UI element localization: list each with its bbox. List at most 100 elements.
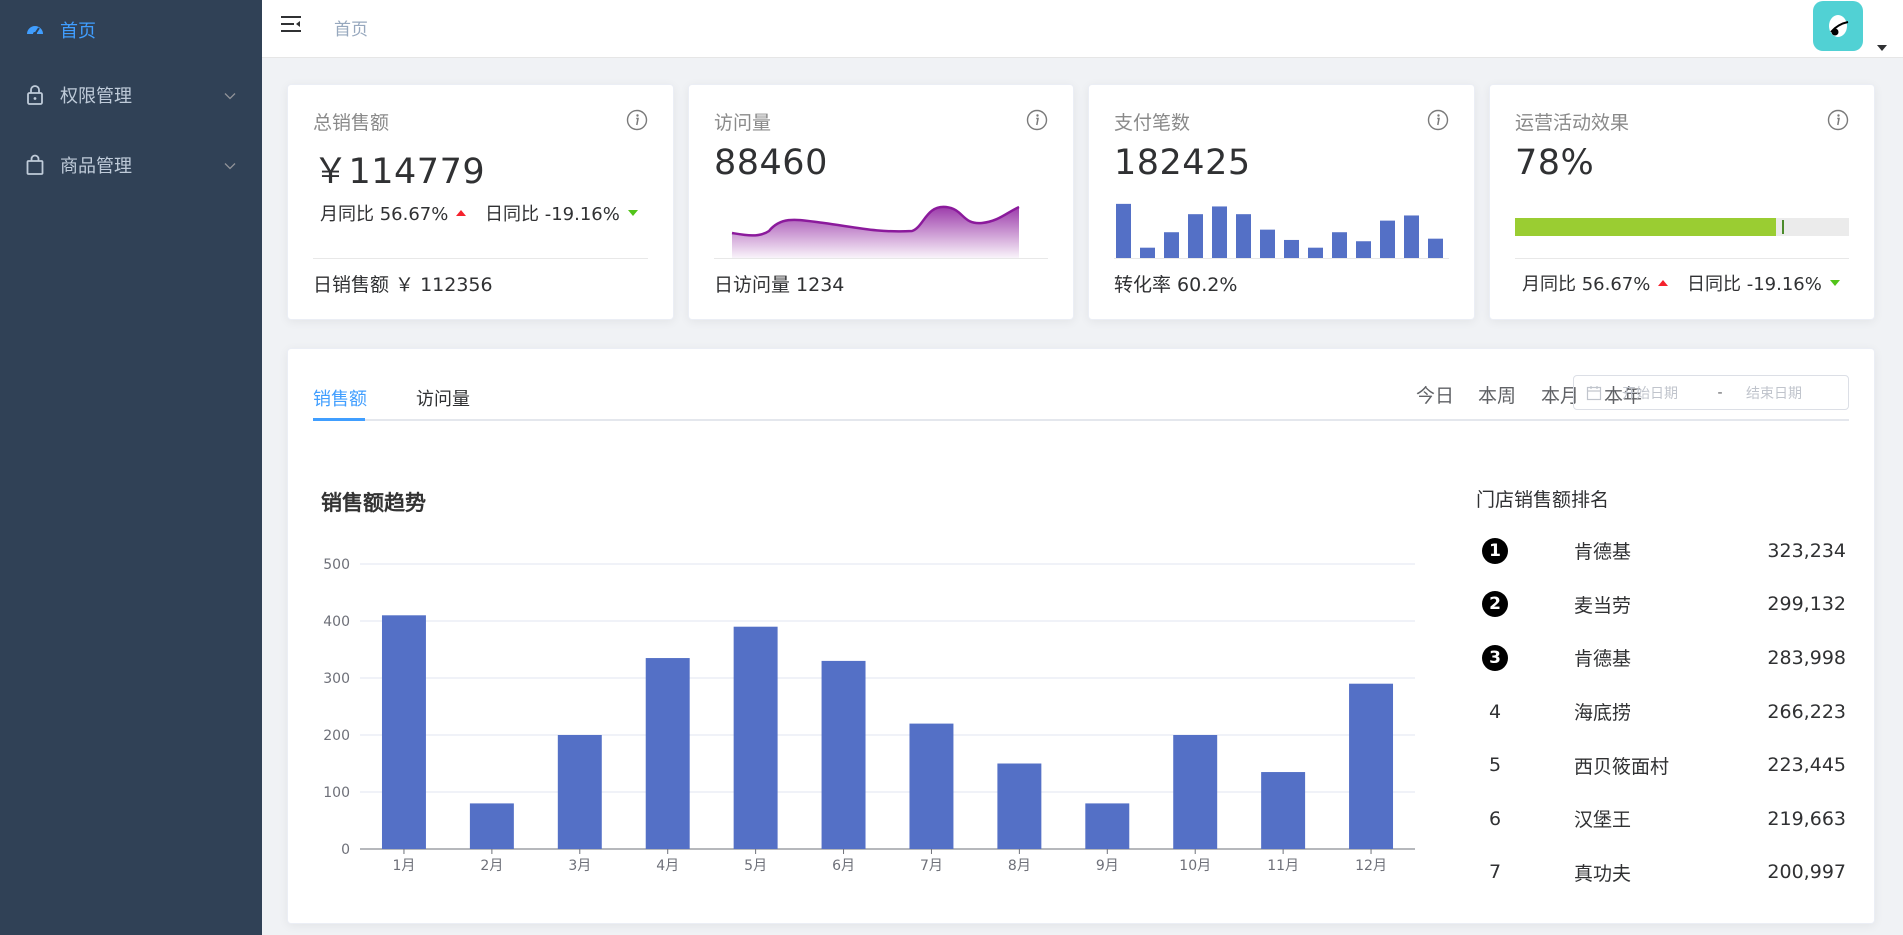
x-tick-label: 7月 [920, 858, 943, 874]
divider [1515, 258, 1849, 259]
chart-bar[interactable] [645, 658, 690, 849]
breadcrumb: 首页 [334, 20, 368, 40]
rank-number: 6 [1488, 807, 1502, 830]
chart-bar[interactable] [1085, 803, 1130, 849]
info-icon[interactable] [1427, 109, 1449, 131]
store-name: 海底捞 [1574, 702, 1632, 725]
date-separator: - [1717, 384, 1723, 401]
dashboard-icon [24, 19, 46, 41]
trend-down-icon [627, 210, 638, 216]
x-tick-label: 10月 [1179, 858, 1211, 874]
mini-bar [1428, 238, 1443, 258]
rank-number: 5 [1488, 754, 1502, 777]
rank-number: 4 [1488, 700, 1502, 723]
mini-bar [1284, 239, 1299, 258]
x-tick-label: 2月 [480, 858, 503, 874]
rank-number: 2 [1476, 591, 1514, 618]
chart-bar[interactable] [1261, 772, 1306, 849]
ranking-row: 5 西贝筱面村 223,445 [1476, 738, 1846, 792]
chart-bar[interactable] [997, 763, 1042, 850]
divider [313, 258, 648, 259]
card-title: 支付笔数 [1114, 112, 1191, 134]
date-start-input[interactable]: 开始日期 [1622, 383, 1710, 403]
day-compare: 日同比 -19.16% [485, 204, 620, 225]
date-range-picker[interactable]: 开始日期 - 结束日期 [1573, 375, 1849, 410]
rank-number: 7 [1488, 861, 1502, 884]
card-value: 182425 [1114, 143, 1251, 183]
card-footer: 日销售额 ￥ 112356 [313, 274, 493, 296]
ranking-row: 4 海底捞 266,223 [1476, 685, 1846, 739]
y-tick-label: 500 [323, 557, 350, 573]
date-end-input[interactable]: 结束日期 [1746, 383, 1802, 403]
mini-bar [1260, 229, 1275, 258]
sidebar-item-home[interactable]: 首页 [0, 0, 262, 60]
sidebar-item-label: 首页 [60, 21, 96, 42]
payments-mini-bar-chart [1114, 195, 1449, 258]
hamburger-icon[interactable] [280, 14, 304, 38]
mini-bar [1332, 232, 1347, 258]
x-tick-label: 12月 [1355, 858, 1387, 874]
y-tick-label: 400 [323, 614, 350, 630]
mini-bar [1140, 247, 1155, 258]
month-compare: 月同比 56.67% [320, 204, 449, 225]
sales-trend-chart: 0 100 200 300 400 500 1月 2月 3月 4月 5月 6月 7月 8月 9月 10月 11月… [323, 557, 1415, 874]
campaign-progress [1515, 218, 1849, 236]
y-tick-label: 100 [323, 785, 350, 801]
mini-bar [1164, 232, 1179, 258]
payments-card: 支付笔数 182425 转化率 60.2% [1088, 84, 1475, 320]
info-icon[interactable] [1827, 109, 1849, 131]
range-week[interactable]: 本周 [1478, 381, 1516, 408]
store-name: 肯德基 [1574, 541, 1632, 564]
sidebar-item-products[interactable]: 商品管理 [0, 130, 262, 200]
store-sales: 283,998 [1767, 646, 1846, 669]
ranking-row: 6 汉堡王 219,663 [1476, 792, 1846, 846]
x-tick-label: 8月 [1008, 858, 1031, 874]
chart-bar[interactable] [469, 803, 514, 849]
caret-down-icon[interactable] [1877, 36, 1887, 55]
mini-bar [1116, 203, 1131, 258]
chart-bar[interactable] [1173, 735, 1218, 849]
ranking-row: 3 肯德基 283,998 [1476, 631, 1846, 685]
chevron-down-icon [224, 85, 236, 106]
progress-fill [1515, 218, 1776, 236]
x-tick-label: 5月 [744, 858, 767, 874]
chart-bar[interactable] [909, 723, 954, 849]
info-icon[interactable] [1026, 109, 1048, 131]
chart-bar[interactable] [381, 615, 426, 849]
chart-bar[interactable] [557, 735, 602, 849]
rank-number: 1 [1476, 537, 1514, 564]
rank-number: 3 [1476, 644, 1514, 671]
store-sales: 200,997 [1767, 861, 1846, 884]
month-compare: 月同比 56.67% [1522, 274, 1651, 295]
chevron-down-icon [224, 155, 236, 176]
ranking-row: 1 肯德基 323,234 [1476, 524, 1846, 578]
rank-badge: 2 [1482, 591, 1508, 618]
mini-bar [1308, 247, 1323, 258]
ranking-row: 2 麦当劳 299,132 [1476, 578, 1846, 632]
info-icon[interactable] [626, 109, 648, 131]
sales-panel: 销售额 访问量 今日 本周 本月 本年 本年 本年 本年 本年 本年 本年 本年… [287, 348, 1875, 924]
store-sales: 223,445 [1767, 754, 1846, 777]
chart-bar[interactable] [733, 626, 778, 849]
card-title: 访问量 [714, 112, 772, 134]
total-sales-card: 总销售额 ￥114779 月同比 56.67% 日同比 -19.16% 日销售额… [287, 84, 674, 320]
chart-bar[interactable] [1349, 683, 1394, 849]
ranking-title: 门店销售额排名 [1476, 489, 1610, 511]
card-footer: 日访问量 1234 [714, 274, 845, 296]
card-footer: 转化率 60.2% [1114, 274, 1238, 296]
chart-bar[interactable] [821, 660, 866, 849]
card-title: 运营活动效果 [1515, 112, 1630, 134]
divider [714, 258, 1048, 259]
y-tick-label: 300 [323, 671, 350, 687]
avatar-icon [1829, 15, 1849, 37]
store-sales: 219,663 [1767, 807, 1846, 830]
store-name: 真功夫 [1574, 862, 1632, 885]
x-tick-label: 3月 [568, 858, 591, 874]
card-value: ￥114779 [313, 152, 486, 192]
sidebar-item-permissions[interactable]: 权限管理 [0, 60, 262, 130]
avatar[interactable] [1813, 1, 1863, 51]
mini-bar [1380, 220, 1395, 258]
visits-card: 访问量 88460 日访问量 1234 [688, 84, 1074, 320]
sidebar-item-label: 权限管理 [60, 86, 132, 107]
rank-badge: 3 [1482, 644, 1508, 671]
